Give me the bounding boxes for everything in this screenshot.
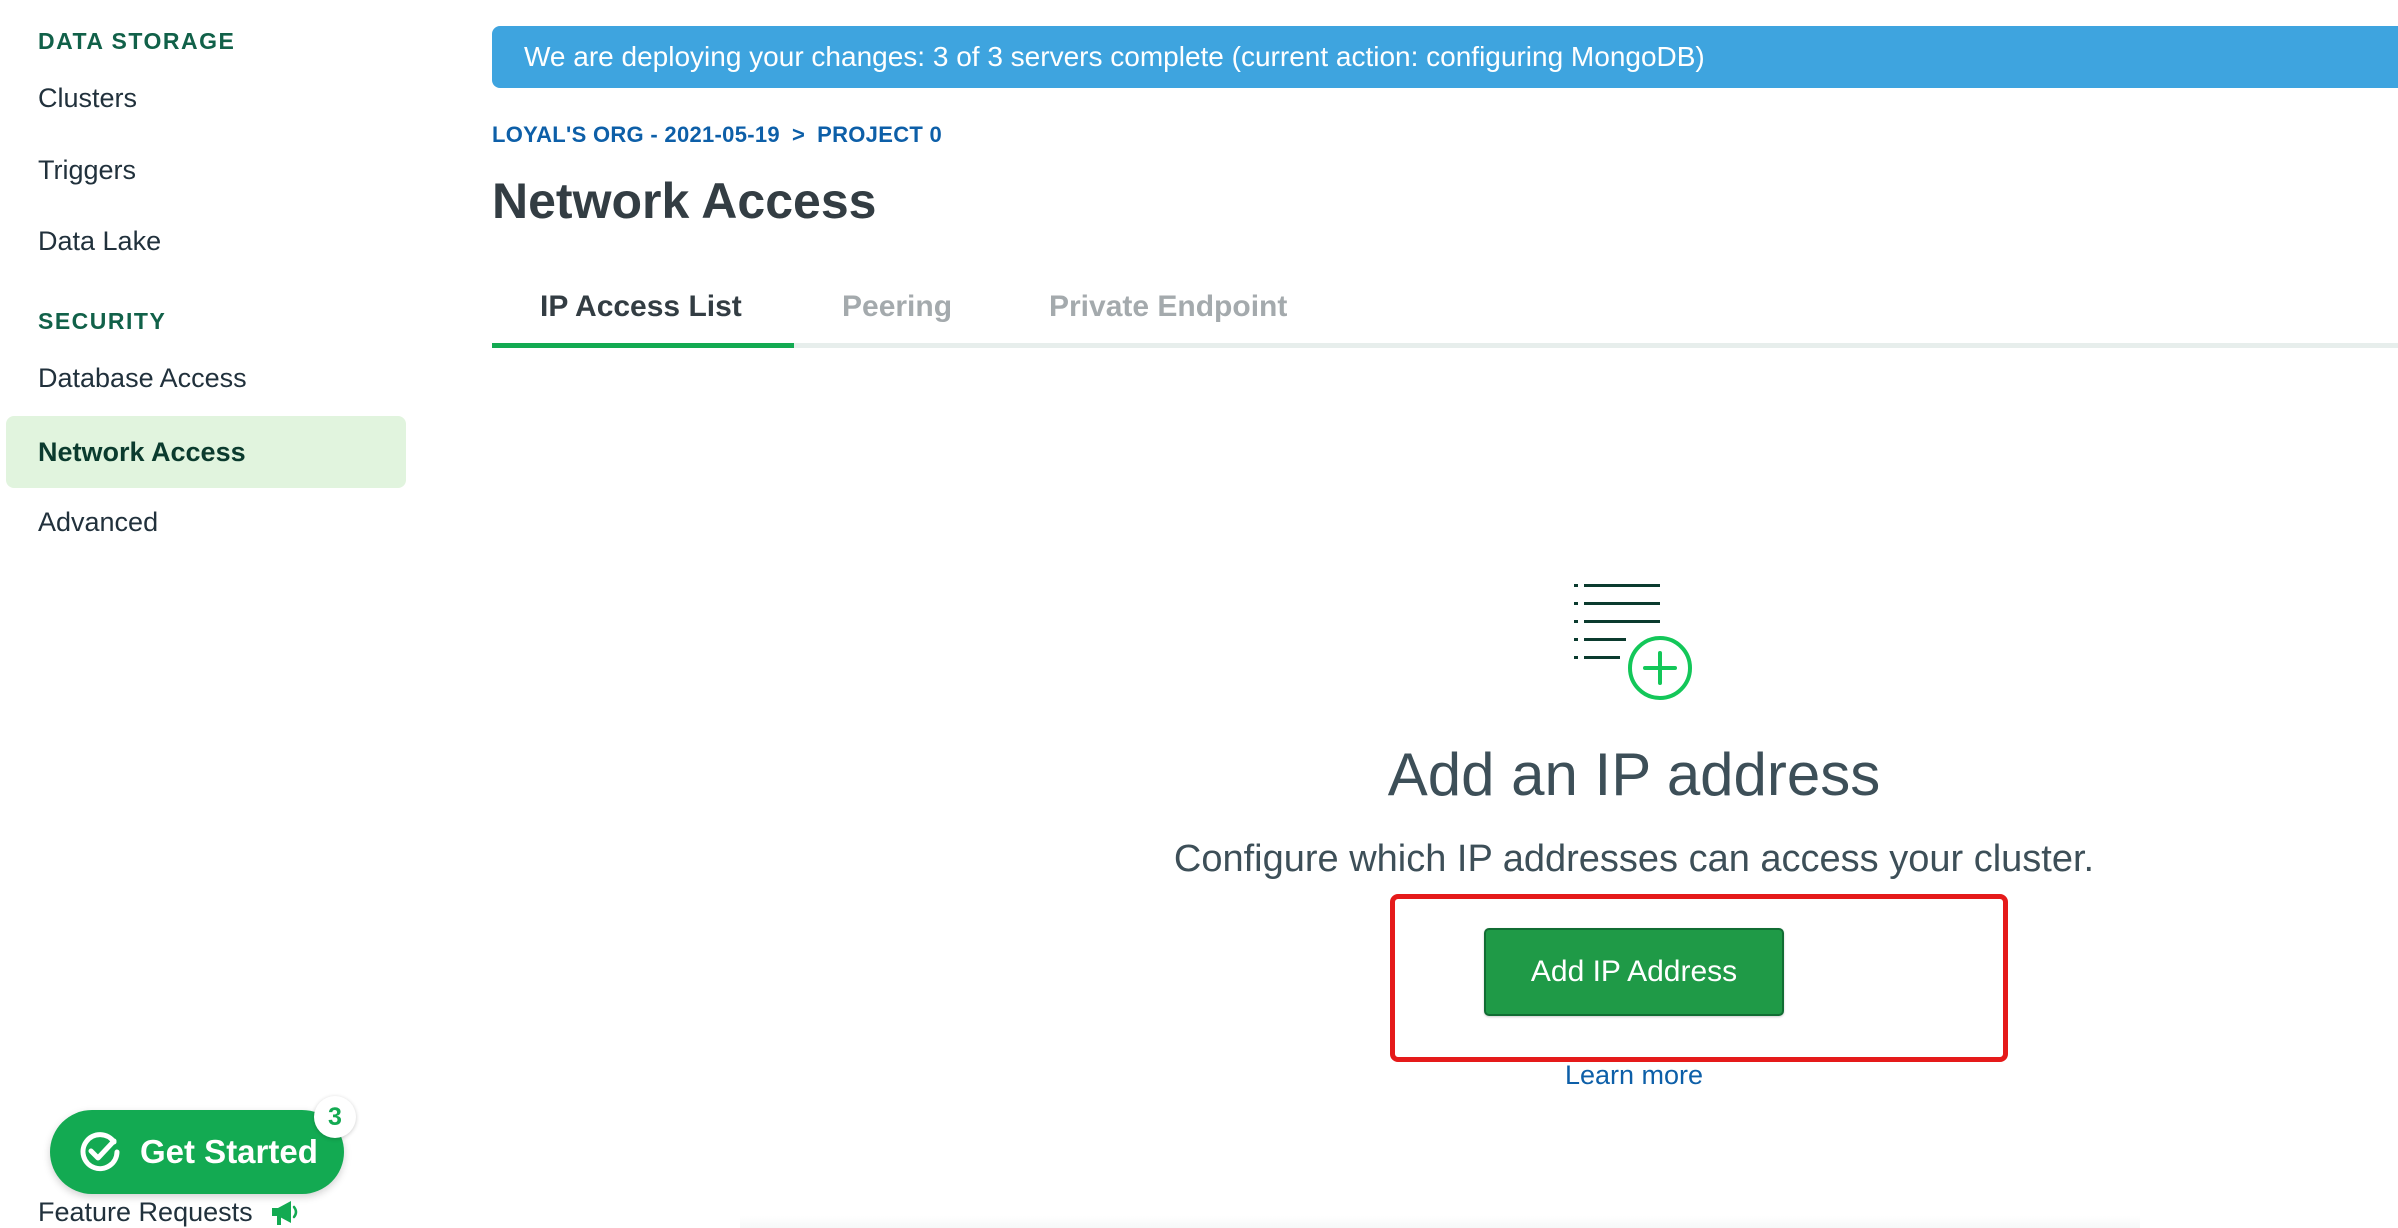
sidebar-item-database-access[interactable]: Database Access xyxy=(6,342,406,414)
breadcrumb-project-link[interactable]: PROJECT 0 xyxy=(817,122,942,148)
deployment-banner: We are deploying your changes: 3 of 3 se… xyxy=(492,26,2398,88)
tab-bar: IP Access List Peering Private Endpoint xyxy=(492,272,2398,348)
sidebar-item-triggers[interactable]: Triggers xyxy=(6,134,406,206)
learn-more-link[interactable]: Learn more xyxy=(1565,1060,1703,1090)
breadcrumb: LOYAL'S ORG - 2021-05-19 > PROJECT 0 xyxy=(492,122,942,148)
add-ip-address-button[interactable]: Add IP Address xyxy=(1484,928,1784,1016)
empty-state-title: Add an IP address xyxy=(1387,741,1881,808)
sidebar-item-network-access[interactable]: Network Access xyxy=(6,416,406,488)
breadcrumb-separator: > xyxy=(791,122,806,147)
get-started-badge: 3 xyxy=(314,1096,356,1138)
page-title: Network Access xyxy=(492,173,877,229)
breadcrumb-org-link[interactable]: LOYAL'S ORG - 2021-05-19 xyxy=(492,122,780,148)
deployment-banner-text: We are deploying your changes: 3 of 3 se… xyxy=(524,41,1705,72)
learn-more-container: Learn more xyxy=(1040,1060,2228,1091)
get-started-button[interactable]: Get Started xyxy=(50,1110,344,1194)
sidebar-item-data-lake[interactable]: Data Lake xyxy=(6,205,406,277)
sidebar-section-data-storage: DATA STORAGE xyxy=(38,28,236,54)
empty-state-subtitle: Configure which IP addresses can access … xyxy=(1173,838,2095,880)
sidebar-section-security: SECURITY xyxy=(38,308,167,334)
active-tab-indicator xyxy=(492,343,794,348)
megaphone-icon xyxy=(271,1201,297,1225)
sidebar: DATA STORAGE Clusters Triggers Data Lake… xyxy=(0,0,410,1228)
get-started-label: Get Started xyxy=(140,1133,318,1170)
list-add-icon xyxy=(1574,584,1692,700)
tab-ip-access-list[interactable]: IP Access List xyxy=(540,290,742,324)
tab-peering[interactable]: Peering xyxy=(842,290,952,324)
check-circle-icon xyxy=(80,1132,120,1172)
sidebar-item-clusters[interactable]: Clusters xyxy=(6,62,406,134)
bottom-divider xyxy=(740,1216,2140,1228)
feature-requests-link[interactable]: Feature Requests xyxy=(38,1196,301,1228)
tab-private-endpoint[interactable]: Private Endpoint xyxy=(1049,290,1287,324)
feature-requests-label: Feature Requests xyxy=(38,1196,253,1227)
sidebar-item-advanced[interactable]: Advanced xyxy=(6,486,406,558)
